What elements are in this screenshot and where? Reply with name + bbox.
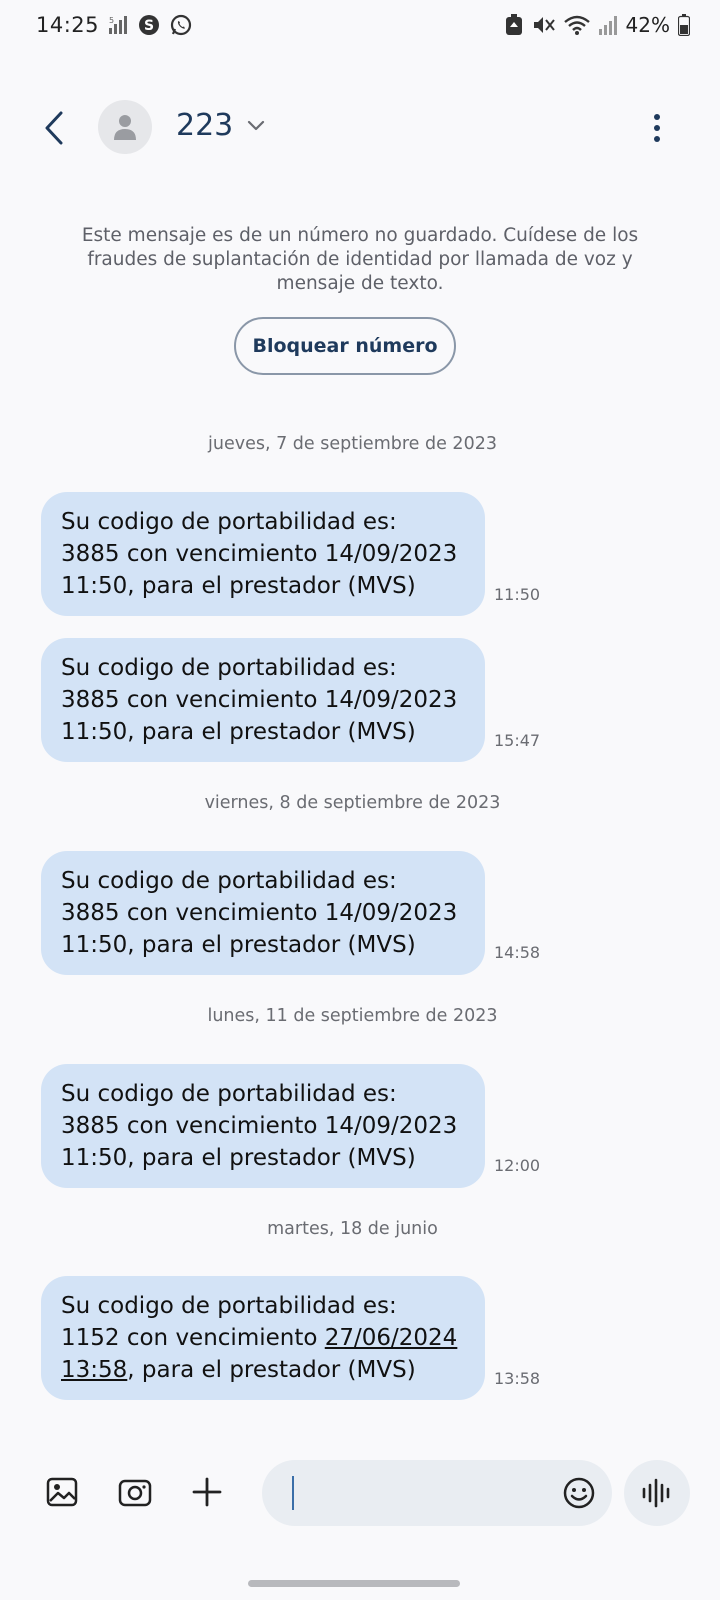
recycle-icon <box>504 14 524 36</box>
message-bubble[interactable]: Su codigo de portabilidad es: 3885 con v… <box>41 851 485 975</box>
message-line: 11:50, para el prestador (MVS) <box>61 573 416 599</box>
home-indicator[interactable] <box>248 1580 460 1587</box>
message-line: 3885 con vencimiento 14/09/2023 <box>61 687 458 713</box>
contact-name: 223 <box>176 108 234 143</box>
date-separator: lunes, 11 de septiembre de 2023 <box>207 1006 498 1026</box>
camera-button[interactable] <box>113 1470 157 1514</box>
status-left: 14:25 5 S <box>36 13 193 37</box>
message-line: 1152 con vencimiento 27/06/2024 <box>61 1322 465 1354</box>
message-line: Su codigo de portabilidad es: <box>61 868 397 894</box>
more-options-button[interactable] <box>644 106 670 150</box>
message-line: 3885 con vencimiento 14/09/2023 <box>61 900 458 926</box>
date-separator: viernes, 8 de septiembre de 2023 <box>204 793 501 813</box>
message-line: 3885 con vencimiento 14/09/2023 <box>61 1113 458 1139</box>
unsaved-number-warning: Este mensaje es de un número no guardado… <box>81 225 639 294</box>
message-time: 13:58 <box>494 1369 541 1388</box>
message-line: 11:50, para el prestador (MVS) <box>61 1145 416 1171</box>
more-vertical-icon <box>654 114 660 142</box>
image-icon <box>46 1477 78 1507</box>
date-link[interactable]: 27/06/2024 <box>325 1325 458 1351</box>
date-separator: jueves, 7 de septiembre de 2023 <box>208 434 497 454</box>
message-time: 14:58 <box>494 943 541 962</box>
message-time: 11:50 <box>494 585 541 604</box>
person-icon <box>114 115 136 140</box>
whatsapp-icon <box>169 13 193 37</box>
svg-text:5: 5 <box>109 16 114 25</box>
time-link[interactable]: 13:58 <box>61 1357 127 1383</box>
date-separator: martes, 18 de junio <box>267 1219 438 1239</box>
message-text: , para el prestador (MVS) <box>127 1357 416 1383</box>
svg-text:S: S <box>144 18 154 34</box>
message-line: 11:50, para el prestador (MVS) <box>61 719 416 745</box>
message-line: 13:58, para el prestador (MVS) <box>61 1354 465 1386</box>
voice-message-button[interactable] <box>624 1460 690 1526</box>
message-bubble[interactable]: Su codigo de portabilidad es: 3885 con v… <box>41 638 485 762</box>
block-number-button[interactable]: Bloquear número <box>234 317 456 375</box>
composer-bar <box>0 1454 720 1534</box>
status-right: 42% <box>504 13 690 37</box>
message-bubble[interactable]: Su codigo de portabilidad es: 3885 con v… <box>41 492 485 616</box>
message-input-container[interactable] <box>262 1460 612 1528</box>
mobile-data-icon: 5 <box>107 14 129 36</box>
message-bubble[interactable]: Su codigo de portabilidad es: 1152 con v… <box>41 1276 485 1400</box>
message-text: 1152 con vencimiento <box>61 1325 325 1351</box>
camera-icon <box>118 1479 152 1507</box>
status-time: 14:25 <box>36 13 100 37</box>
gallery-button[interactable] <box>40 1470 84 1514</box>
emoji-icon <box>563 1477 595 1509</box>
back-arrow-icon <box>45 111 63 145</box>
chevron-down-icon <box>248 120 265 130</box>
message-line: 3885 con vencimiento 14/09/2023 <box>61 541 458 567</box>
message-line: Su codigo de portabilidad es: <box>61 655 397 681</box>
message-input[interactable] <box>298 1460 542 1528</box>
wifi-icon <box>563 14 590 36</box>
attach-button[interactable] <box>185 1470 229 1514</box>
message-time: 15:47 <box>494 731 541 750</box>
message-line: Su codigo de portabilidad es: <box>61 509 397 535</box>
message-time: 12:00 <box>494 1156 541 1175</box>
contact-name-button[interactable]: 223 <box>176 108 265 143</box>
conversation-header: 223 <box>0 86 720 170</box>
mute-icon <box>532 14 556 36</box>
waveform-icon <box>642 1478 670 1508</box>
message-line: Su codigo de portabilidad es: <box>61 1293 397 1319</box>
emoji-button[interactable] <box>560 1474 598 1512</box>
message-bubble[interactable]: Su codigo de portabilidad es: 3885 con v… <box>41 1064 485 1188</box>
s-app-icon: S <box>137 13 161 37</box>
signal-icon <box>598 14 618 36</box>
text-cursor <box>292 1476 294 1510</box>
battery-percent: 42% <box>625 13 670 37</box>
message-line: Su codigo de portabilidad es: <box>61 1081 397 1107</box>
back-button[interactable] <box>34 106 74 150</box>
message-line: 11:50, para el prestador (MVS) <box>61 932 416 958</box>
avatar[interactable] <box>98 100 152 154</box>
status-bar: 14:25 5 S 42% <box>0 0 720 56</box>
battery-icon <box>678 14 690 36</box>
plus-icon <box>192 1477 222 1507</box>
